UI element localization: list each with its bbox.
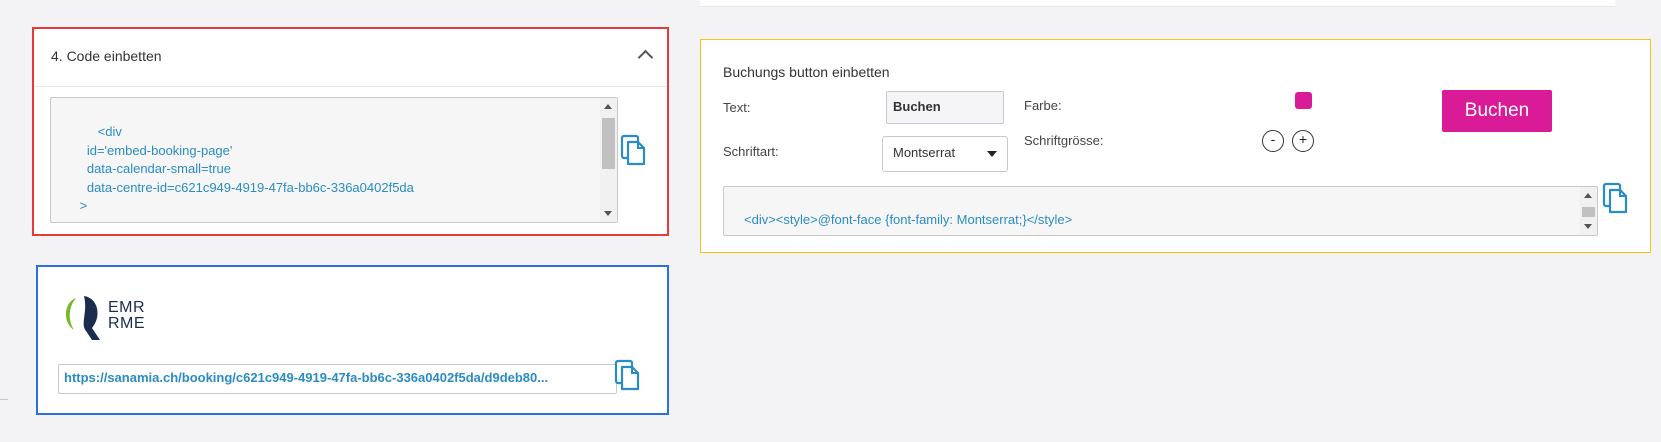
button-text-input[interactable]: Buchen — [886, 91, 1004, 124]
scroll-up-arrow-icon[interactable] — [1584, 193, 1592, 198]
booking-button-preview[interactable]: Buchen — [1442, 90, 1552, 132]
caret-down-icon — [987, 151, 997, 157]
font-size-label: Schriftgrösse: — [1024, 133, 1104, 148]
font-select[interactable]: Montserrat — [882, 136, 1008, 172]
scroll-thumb[interactable] — [1582, 207, 1595, 217]
logo-icon — [65, 296, 100, 340]
booking-button-title: Buchungs button einbetten — [723, 64, 890, 80]
font-select-value: Montserrat — [893, 145, 956, 160]
code-embed-title: 4. Code einbetten — [51, 48, 162, 64]
logo-text: EMR RME — [108, 299, 146, 332]
button-code-scrollbar[interactable] — [1580, 187, 1597, 235]
button-code-textarea[interactable]: <div><style>@font-face {font-family: Mon… — [723, 186, 1598, 236]
color-label: Farbe: — [1024, 98, 1062, 113]
scroll-down-arrow-icon[interactable] — [1584, 224, 1592, 229]
embed-code-textarea[interactable]: <div id='embed-booking-page' data-calend… — [50, 97, 618, 223]
top-panel-edge — [700, 0, 1615, 7]
text-label: Text: — [723, 100, 751, 115]
font-size-increase-button[interactable]: + — [1292, 130, 1314, 152]
copy-icon[interactable] — [1602, 182, 1628, 214]
copy-icon[interactable] — [614, 359, 640, 391]
code-embed-panel: 4. Code einbetten <div id='embed-booking… — [32, 27, 669, 236]
copy-icon[interactable] — [620, 134, 646, 166]
booking-button-panel: Buchungs button einbetten Text: Buchen S… — [700, 39, 1651, 253]
code-embed-header[interactable]: 4. Code einbetten — [34, 29, 667, 87]
font-label: Schriftart: — [723, 144, 779, 159]
button-code-text: <div><style>@font-face {font-family: Mon… — [744, 212, 1073, 227]
code-scrollbar[interactable] — [600, 98, 617, 222]
booking-link-panel: EMR RME https://sanamia.ch/booking/c621c… — [36, 265, 669, 415]
embed-code-text: <div id='embed-booking-page' data-calend… — [76, 124, 414, 222]
booking-url-field[interactable]: https://sanamia.ch/booking/c621c949-4919… — [58, 364, 617, 394]
emr-rme-logo: EMR RME — [62, 294, 152, 342]
chevron-up-icon[interactable] — [637, 49, 654, 66]
scroll-up-arrow-icon[interactable] — [604, 104, 612, 109]
scroll-down-arrow-icon[interactable] — [604, 211, 612, 216]
edge-divider — [0, 399, 8, 400]
scroll-thumb[interactable] — [602, 118, 615, 169]
color-swatch[interactable] — [1295, 92, 1312, 109]
font-size-decrease-button[interactable]: - — [1262, 130, 1284, 152]
